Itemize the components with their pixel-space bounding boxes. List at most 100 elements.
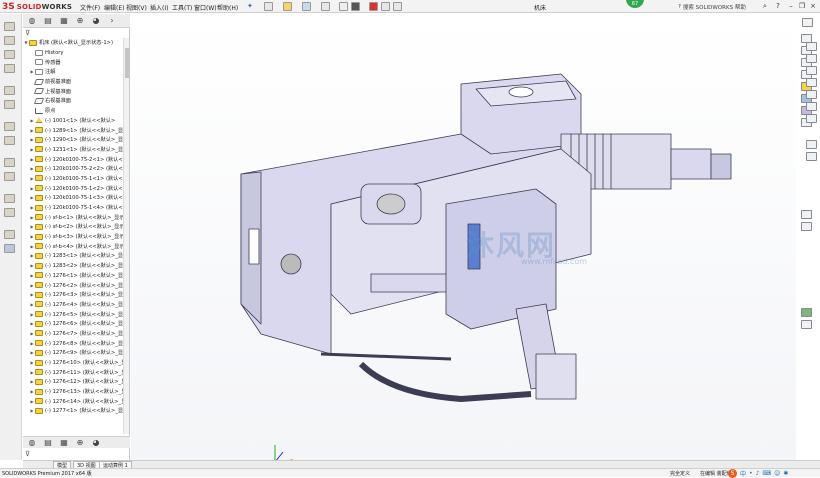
tree-item[interactable]: ▶ (-) 1276<5> (默认<<默认>_显示	[23, 309, 123, 319]
sketch-tool-icon[interactable]	[802, 18, 813, 27]
tree-item[interactable]: ▶ (-) 1276<4> (默认<<默认>_显示	[23, 300, 123, 310]
configuration-manager-tab-icon-bottom[interactable]: ▦	[58, 438, 70, 448]
tree-item[interactable]: 前视基准面	[23, 77, 123, 87]
ime-settings-icon[interactable]: ✱	[783, 470, 788, 477]
new-motion-study-icon[interactable]	[4, 172, 15, 181]
rectangle-icon[interactable]	[806, 54, 817, 63]
help-search-input[interactable]: 搜索 SOLIDWORKS 帮助	[683, 3, 746, 11]
tree-item[interactable]: ▶ (-) 1283<2> (默认<<默认>_显示	[23, 261, 123, 271]
menu-edit[interactable]: 编辑(E)	[104, 3, 124, 12]
bill-of-materials-icon[interactable]	[4, 194, 15, 203]
tree-item[interactable]: ▶ (-) sf-b<2> (默认<<默认>_显示	[23, 222, 123, 232]
show-hidden-icon[interactable]	[4, 122, 15, 131]
text-icon[interactable]	[806, 152, 817, 161]
tree-item[interactable]: ▶ (-) 1276<13> (默认<<默认>_显	[23, 387, 123, 397]
tree-item[interactable]: ▶ (-) 1276<11> (默认<<默认>_显	[23, 367, 123, 377]
ime-keyboard-icon[interactable]: ⌨	[762, 470, 771, 477]
rebuild-icon[interactable]	[369, 2, 378, 11]
expand-icon[interactable]: ▶	[29, 118, 35, 123]
tree-item[interactable]: ▶ (-) 1276<2> (默认<<默认>_显示	[23, 280, 123, 290]
edit-component-icon[interactable]	[4, 36, 15, 45]
ime-user-icon[interactable]: ☺	[774, 470, 780, 477]
file-properties-icon[interactable]	[381, 2, 390, 11]
assembly-icon[interactable]	[4, 22, 15, 31]
file-explorer-icon[interactable]	[801, 320, 812, 329]
menu-window[interactable]: 窗口(W)	[194, 3, 217, 12]
tree-item[interactable]: ▶ (-) 120k0100-75-2<1> (默认<<	[23, 154, 123, 164]
tree-item[interactable]: ▶ (-) 120k0100-75-1<3> (默认<<	[23, 193, 123, 203]
pin-icon[interactable]: ✦	[247, 2, 253, 10]
tree-item[interactable]: ▶ (-) 1001<1> (默认<<默认>	[23, 116, 123, 126]
open-file-icon[interactable]	[283, 2, 292, 11]
user-icon[interactable]: ?	[773, 2, 783, 11]
help-search[interactable]: ? 搜索 SOLIDWORKS 帮助	[678, 2, 758, 11]
ime-mic-icon[interactable]: ♪	[756, 470, 760, 477]
tree-item[interactable]: ▶ (-) 1290<1> (默认<<默认>_显示	[23, 135, 123, 145]
feature-tree-tab-icon-bottom[interactable]: ◍	[26, 438, 38, 448]
scrollbar-thumb[interactable]	[125, 48, 129, 78]
minimize-icon[interactable]: –	[786, 2, 796, 11]
tree-item[interactable]: 传感器	[23, 57, 123, 67]
graphics-area[interactable]: 沐风网 www.mfcad.com	[131, 14, 796, 463]
tree-item[interactable]: ▶ 注解	[23, 67, 123, 77]
dimxpert-tab-icon[interactable]: ⊕	[74, 16, 86, 26]
tree-item[interactable]: History	[23, 48, 123, 58]
panel-expand-icon[interactable]: ›	[106, 16, 118, 26]
circle-icon[interactable]	[806, 66, 817, 75]
tree-item[interactable]: ▶ (-) 1289<1> (默认<<默认>_显示	[23, 125, 123, 135]
menu-insert[interactable]: 插入(I)	[150, 3, 168, 12]
assembly-features-icon[interactable]	[4, 136, 15, 145]
save-icon[interactable]	[302, 2, 311, 11]
fillet-icon[interactable]	[806, 114, 817, 123]
menu-view[interactable]: 视图(V)	[126, 3, 147, 12]
solidworks-logo[interactable]: 3S SOLIDWORKS	[2, 1, 72, 12]
tree-item[interactable]: 上视基准面	[23, 86, 123, 96]
pattern-icon[interactable]	[4, 86, 15, 95]
tree-item[interactable]: ▶ (-) 1276<10> (默认<<默认>_显	[23, 358, 123, 368]
tree-item[interactable]: 右视基准面	[23, 96, 123, 106]
display-manager-tab-icon[interactable]: ◕	[90, 16, 102, 26]
instant3d-icon[interactable]	[4, 230, 15, 239]
search-icon[interactable]: ⌕	[760, 2, 770, 11]
tree-scrollbar[interactable]	[123, 38, 129, 434]
tree-item[interactable]: ▶ (-) 120k0100-75-1<2> (默认<<	[23, 183, 123, 193]
property-manager-tab-icon-bottom[interactable]: ▤	[42, 438, 54, 448]
tree-item[interactable]: ▶ (-) 120k0100-75-1<4> (默认<<	[23, 203, 123, 213]
tree-item[interactable]: ▶ (-) sf-b<1> (默认<<默认>_显示	[23, 212, 123, 222]
undo-icon[interactable]	[339, 2, 348, 11]
tree-item[interactable]: ▶ (-) 120k0100-75-2<2> (默认<<	[23, 164, 123, 174]
tree-item[interactable]: ▶ (-) 1276<6> (默认<<默认>_显示	[23, 319, 123, 329]
tree-item[interactable]: ▶ (-) 1276<8> (默认<<默认>_显示	[23, 338, 123, 348]
exploded-view-icon[interactable]	[4, 208, 15, 217]
tree-item[interactable]: 原点	[23, 106, 123, 116]
tree-item[interactable]: ▶ (-) 1276<7> (默认<<默认>_显示	[23, 329, 123, 339]
restore-icon[interactable]: ❐	[797, 2, 807, 11]
filter-icon[interactable]: ⊽	[25, 29, 30, 37]
tree-item[interactable]: ▶ (-) 1276<3> (默认<<默认>_显示	[23, 290, 123, 300]
display-manager-tab-icon-bottom[interactable]: ◕	[90, 438, 102, 448]
tree-item[interactable]: ▶ (-) 120k0100-75-1<1> (默认<<	[23, 174, 123, 184]
arc-icon[interactable]	[806, 78, 817, 87]
mate-icon[interactable]	[4, 64, 15, 73]
ime-punct-icon[interactable]: •	[749, 470, 753, 477]
print-icon[interactable]	[321, 2, 330, 11]
tree-item[interactable]: ▶ (-) 1283<1> (默认<<默认>_显示	[23, 251, 123, 261]
property-manager-tab-icon[interactable]: ▤	[42, 16, 54, 26]
ellipse-icon[interactable]	[806, 102, 817, 111]
spline-icon[interactable]	[806, 90, 817, 99]
update-speedpak-icon[interactable]	[4, 244, 15, 253]
tree-item[interactable]: ▶ (-) sf-b<4> (默认<<默认>_显示	[23, 241, 123, 251]
tree-root[interactable]: ▼ 机床 (默认<默认_显示状态-1>)	[23, 38, 123, 48]
point-icon[interactable]	[806, 140, 817, 149]
select-icon[interactable]	[351, 2, 360, 11]
move-component-icon[interactable]	[4, 100, 15, 109]
notification-badge[interactable]: 67	[626, 0, 644, 8]
tree-item[interactable]: ▶ (-) 1276<9> (默认<<默认>_显示	[23, 348, 123, 358]
feature-tree-tab-icon[interactable]: ◍	[26, 16, 38, 26]
close-icon[interactable]: ×	[808, 2, 818, 11]
tree-item[interactable]: ▶ (-) 1277<1> (默认<<默认>_显示	[23, 406, 123, 416]
insert-component-icon[interactable]	[4, 50, 15, 59]
reference-geometry-icon[interactable]	[4, 158, 15, 167]
tree-item[interactable]: ▶ (-) sf-b<3> (默认<<默认>_显示	[23, 232, 123, 242]
menu-help[interactable]: 帮助(H)	[217, 3, 238, 12]
